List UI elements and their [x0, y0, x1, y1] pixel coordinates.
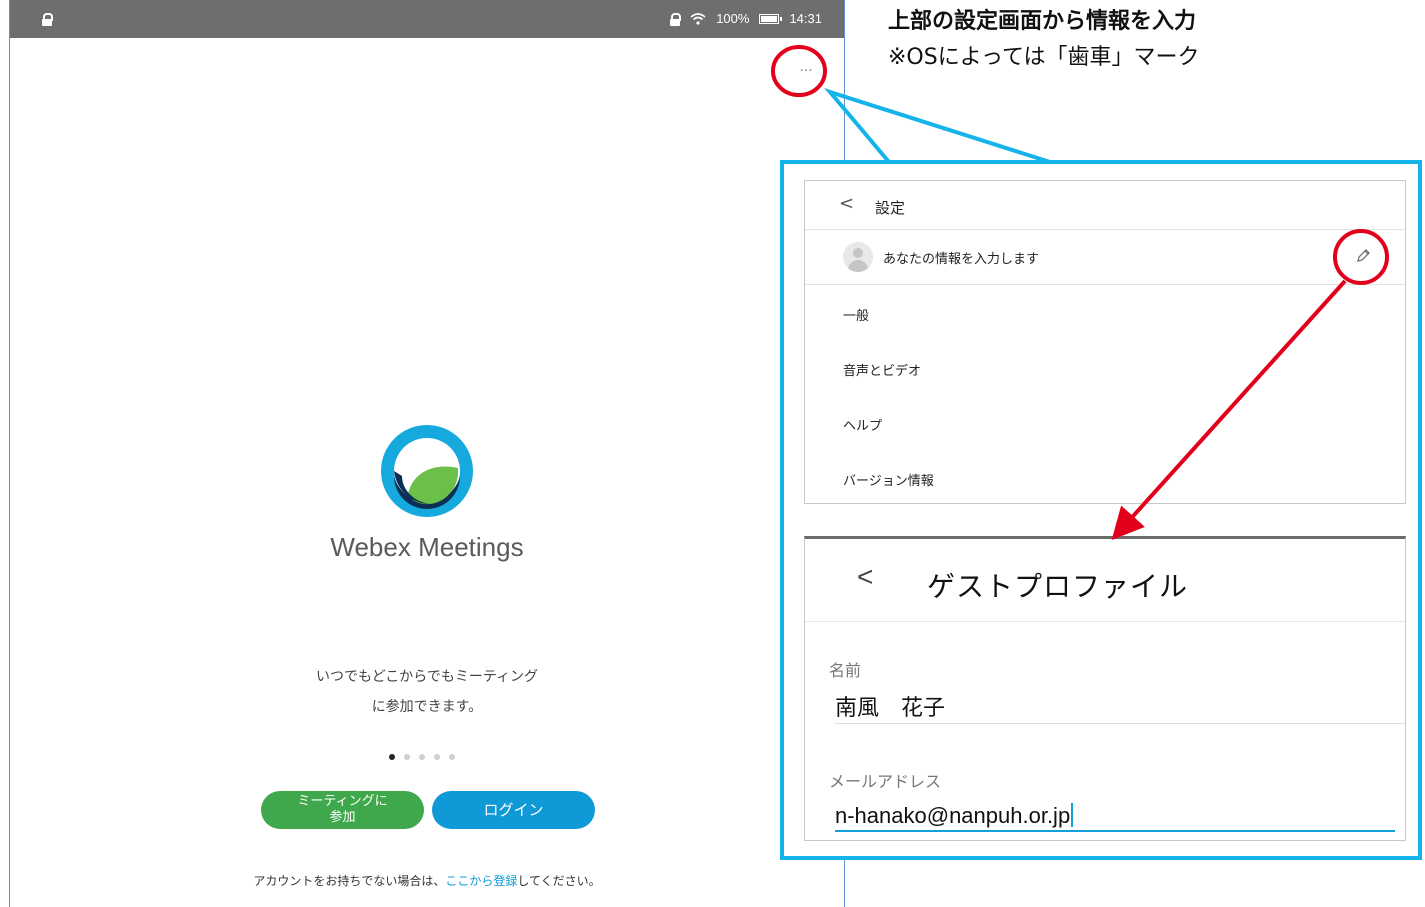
settings-item-label: 一般 — [843, 309, 870, 324]
more-options-button[interactable]: ... — [780, 48, 832, 94]
lock-icon — [42, 13, 53, 26]
join-meeting-button[interactable]: ミーティングに 参加 — [261, 791, 424, 829]
name-field[interactable]: 南風 花子 — [835, 690, 945, 722]
carousel-dot — [404, 754, 410, 760]
settings-item-label: バージョン情報 — [843, 474, 934, 489]
battery-icon — [759, 13, 783, 24]
callout-connector-line — [824, 87, 1051, 164]
lock-icon — [670, 12, 682, 26]
back-icon[interactable]: < — [839, 193, 854, 214]
signup-prompt: アカウントをお持ちでない場合は、ここから登録してください。 — [10, 872, 844, 889]
signup-prefix: アカウントをお持ちでない場合は、 — [253, 874, 446, 888]
carousel-dot — [419, 754, 425, 760]
more-icon[interactable]: ... — [799, 58, 812, 75]
name-label: 名前 — [829, 663, 862, 680]
settings-screen: < 設定 あなたの情報を入力します 一般 音声とビデオ ヘルプ バージョン情報 — [804, 180, 1406, 504]
text-caret — [1071, 803, 1074, 827]
tagline-line-1: いつでもどこからでもミーティング — [315, 669, 539, 685]
app-name: Webex Meetings — [330, 532, 524, 562]
settings-item-version[interactable]: バージョン情報 — [805, 450, 1405, 504]
login-button[interactable]: ログイン — [432, 791, 595, 829]
join-label-line-1: ミーティングに — [297, 794, 388, 809]
carousel-dot — [389, 754, 395, 760]
status-indicators: 100% 14:31 — [670, 11, 822, 26]
app-screen: 100% 14:31 ... Webex Meetings いつでもどこからでも… — [9, 0, 845, 907]
user-info-label: あなたの情報を入力します — [883, 252, 1040, 267]
settings-item-label: ヘルプ — [843, 419, 883, 434]
carousel-dot — [449, 754, 455, 760]
settings-item-audio-video[interactable]: 音声とビデオ — [805, 340, 1405, 394]
settings-item-help[interactable]: ヘルプ — [805, 395, 1405, 449]
status-bar: 100% 14:31 — [10, 0, 844, 38]
signup-suffix: してください。 — [517, 874, 601, 888]
email-label: メールアドレス — [829, 774, 942, 791]
name-field-underline — [835, 723, 1405, 724]
profile-title: ゲストプロファイル — [927, 571, 1189, 602]
avatar-icon — [843, 242, 873, 272]
email-value: n-hanako@nanpuh.or.jp — [835, 803, 1071, 828]
settings-title: 設定 — [875, 199, 906, 217]
back-icon[interactable]: < — [857, 561, 873, 593]
email-field-underline — [835, 830, 1395, 832]
signup-link[interactable]: ここから登録 — [445, 874, 517, 888]
wifi-icon — [690, 12, 706, 25]
email-field[interactable]: n-hanako@nanpuh.or.jp — [835, 803, 1074, 829]
carousel-indicator — [389, 754, 455, 760]
edit-pencil-icon[interactable] — [1353, 246, 1373, 266]
user-info-row[interactable]: あなたの情報を入力します — [805, 230, 1405, 285]
webex-logo — [381, 425, 473, 517]
join-label-line-2: 参加 — [329, 810, 356, 825]
settings-item-label: 音声とビデオ — [843, 364, 922, 379]
tagline-line-2: に参加できます。 — [371, 699, 483, 715]
annotation-subtitle: ※OSによっては「歯車」マーク — [888, 45, 1200, 70]
profile-header: < ゲストプロファイル — [805, 539, 1405, 622]
settings-header: < 設定 — [805, 181, 1405, 230]
carousel-dot — [434, 754, 440, 760]
battery-percent: 100% — [716, 11, 750, 26]
annotation-title: 上部の設定画面から情報を入力 — [888, 9, 1197, 34]
clock: 14:31 — [789, 11, 822, 26]
guest-profile-screen: < ゲストプロファイル 名前 南風 花子 メールアドレス n-hanako@na… — [804, 536, 1406, 841]
settings-item-general[interactable]: 一般 — [805, 285, 1405, 339]
